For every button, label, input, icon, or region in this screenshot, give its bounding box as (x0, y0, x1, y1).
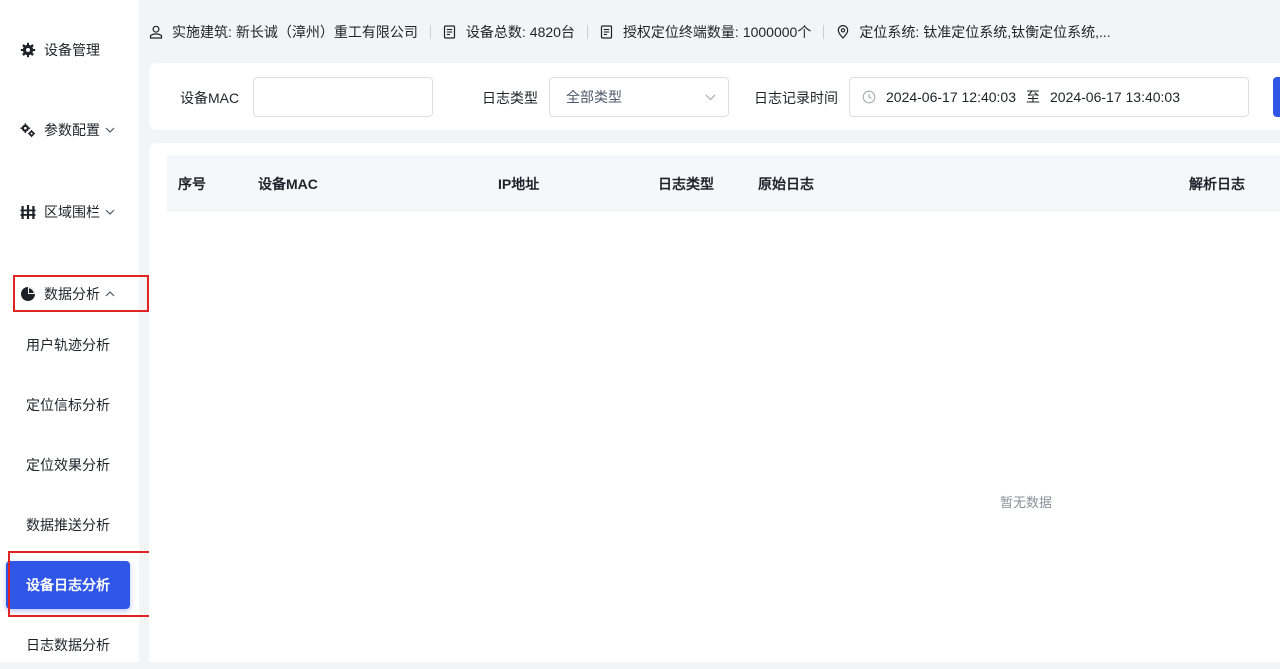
authorized-value: 1000000个 (742, 24, 812, 40)
time-range-separator: 至 (1026, 89, 1040, 105)
column-header-raw-log: 原始日志 (758, 176, 814, 192)
sidebar-item-parameter-config[interactable]: 参数配置 (20, 120, 115, 140)
column-header-log-type: 日志类型 (658, 176, 714, 192)
user-icon (149, 25, 163, 39)
info-bar: 实施建筑: 新长诚（漳州）重工有限公司 设备总数: 4820台 授权定位终端数量… (149, 18, 1111, 46)
sidebar-item-label: 设备管理 (44, 42, 100, 58)
building-label: 实施建筑: (172, 24, 232, 40)
divider (586, 25, 588, 39)
filter-panel: 设备MAC 日志类型 全部类型 日志记录时间 2024-06-17 12:40:… (149, 63, 1280, 130)
divider (429, 25, 431, 39)
log-table: 序号 设备MAC IP地址 日志类型 原始日志 解析日志 暂无数据 (149, 143, 1280, 662)
column-header-ip: IP地址 (498, 176, 540, 192)
empty-state-text: 暂无数据 (1000, 495, 1053, 510)
authorized-terminals-info: 授权定位终端数量: 1000000个 (600, 22, 811, 42)
sidebar-subitem-user-track-analysis[interactable]: 用户轨迹分析 (6, 321, 130, 369)
time-start-value[interactable]: 2024-06-17 12:40:03 (886, 89, 1016, 105)
divider (823, 25, 825, 39)
sidebar-item-area-fence[interactable]: 区域围栏 (20, 202, 115, 222)
log-type-value: 全部类型 (566, 89, 622, 105)
positioning-system-info: 定位系统: 钛准定位系统,钛衡定位系统,... (836, 22, 1111, 42)
log-type-label: 日志类型 (482, 90, 538, 106)
sidebar-subitem-device-log-analysis[interactable]: 设备日志分析 (6, 561, 130, 609)
authorized-label: 授权定位终端数量: (622, 24, 739, 40)
building-info: 实施建筑: 新长诚（漳州）重工有限公司 (149, 22, 418, 42)
time-end-value[interactable]: 2024-06-17 13:40:03 (1050, 89, 1180, 105)
sidebar: 设备管理 参数配置 区域围栏 数据分析 用户轨迹分析 定位信标分析 定位效果分析… (0, 0, 139, 662)
column-header-parsed-log: 解析日志 (1189, 176, 1245, 192)
document-icon (600, 25, 614, 39)
chevron-down-icon (105, 209, 115, 215)
chevron-up-icon (105, 291, 115, 297)
sidebar-subitem-positioning-effect-analysis[interactable]: 定位效果分析 (6, 441, 130, 489)
log-type-select[interactable]: 全部类型 (549, 77, 729, 117)
document-icon (443, 25, 457, 39)
device-total-info: 设备总数: 4820台 (443, 22, 575, 42)
search-button[interactable] (1273, 77, 1280, 117)
log-time-label: 日志记录时间 (754, 90, 838, 106)
device-total-label: 设备总数: (465, 24, 526, 40)
sidebar-item-label: 区域围栏 (44, 204, 100, 220)
gear-icon (20, 42, 36, 58)
sidebar-item-data-analysis[interactable]: 数据分析 (20, 284, 115, 304)
chevron-down-icon (105, 127, 115, 133)
gears-icon (20, 122, 36, 138)
table-header: 序号 设备MAC IP地址 日志类型 原始日志 解析日志 (167, 155, 1280, 211)
log-time-range-picker[interactable]: 2024-06-17 12:40:03 至 2024-06-17 13:40:0… (849, 77, 1249, 117)
clock-icon (862, 90, 876, 104)
mac-input[interactable] (253, 77, 433, 117)
sidebar-item-label: 参数配置 (44, 122, 100, 138)
sidebar-item-device-management[interactable]: 设备管理 (20, 40, 100, 60)
fence-icon (20, 204, 36, 220)
mac-label: 设备MAC (180, 90, 240, 106)
device-total-value: 4820台 (529, 24, 575, 40)
pie-chart-icon (20, 286, 36, 302)
building-value: 新长诚（漳州）重工有限公司 (235, 24, 418, 40)
sidebar-subitem-data-push-analysis[interactable]: 数据推送分析 (6, 501, 130, 549)
column-header-mac: 设备MAC (258, 176, 318, 192)
sidebar-subitem-beacon-analysis[interactable]: 定位信标分析 (6, 381, 130, 429)
location-pin-icon (836, 25, 850, 39)
positioning-label: 定位系统: (859, 24, 920, 40)
chevron-down-icon (705, 94, 716, 101)
column-header-index: 序号 (178, 176, 206, 192)
sidebar-item-label: 数据分析 (44, 286, 100, 302)
positioning-value: 钛准定位系统,钛衡定位系统,... (923, 24, 1111, 40)
